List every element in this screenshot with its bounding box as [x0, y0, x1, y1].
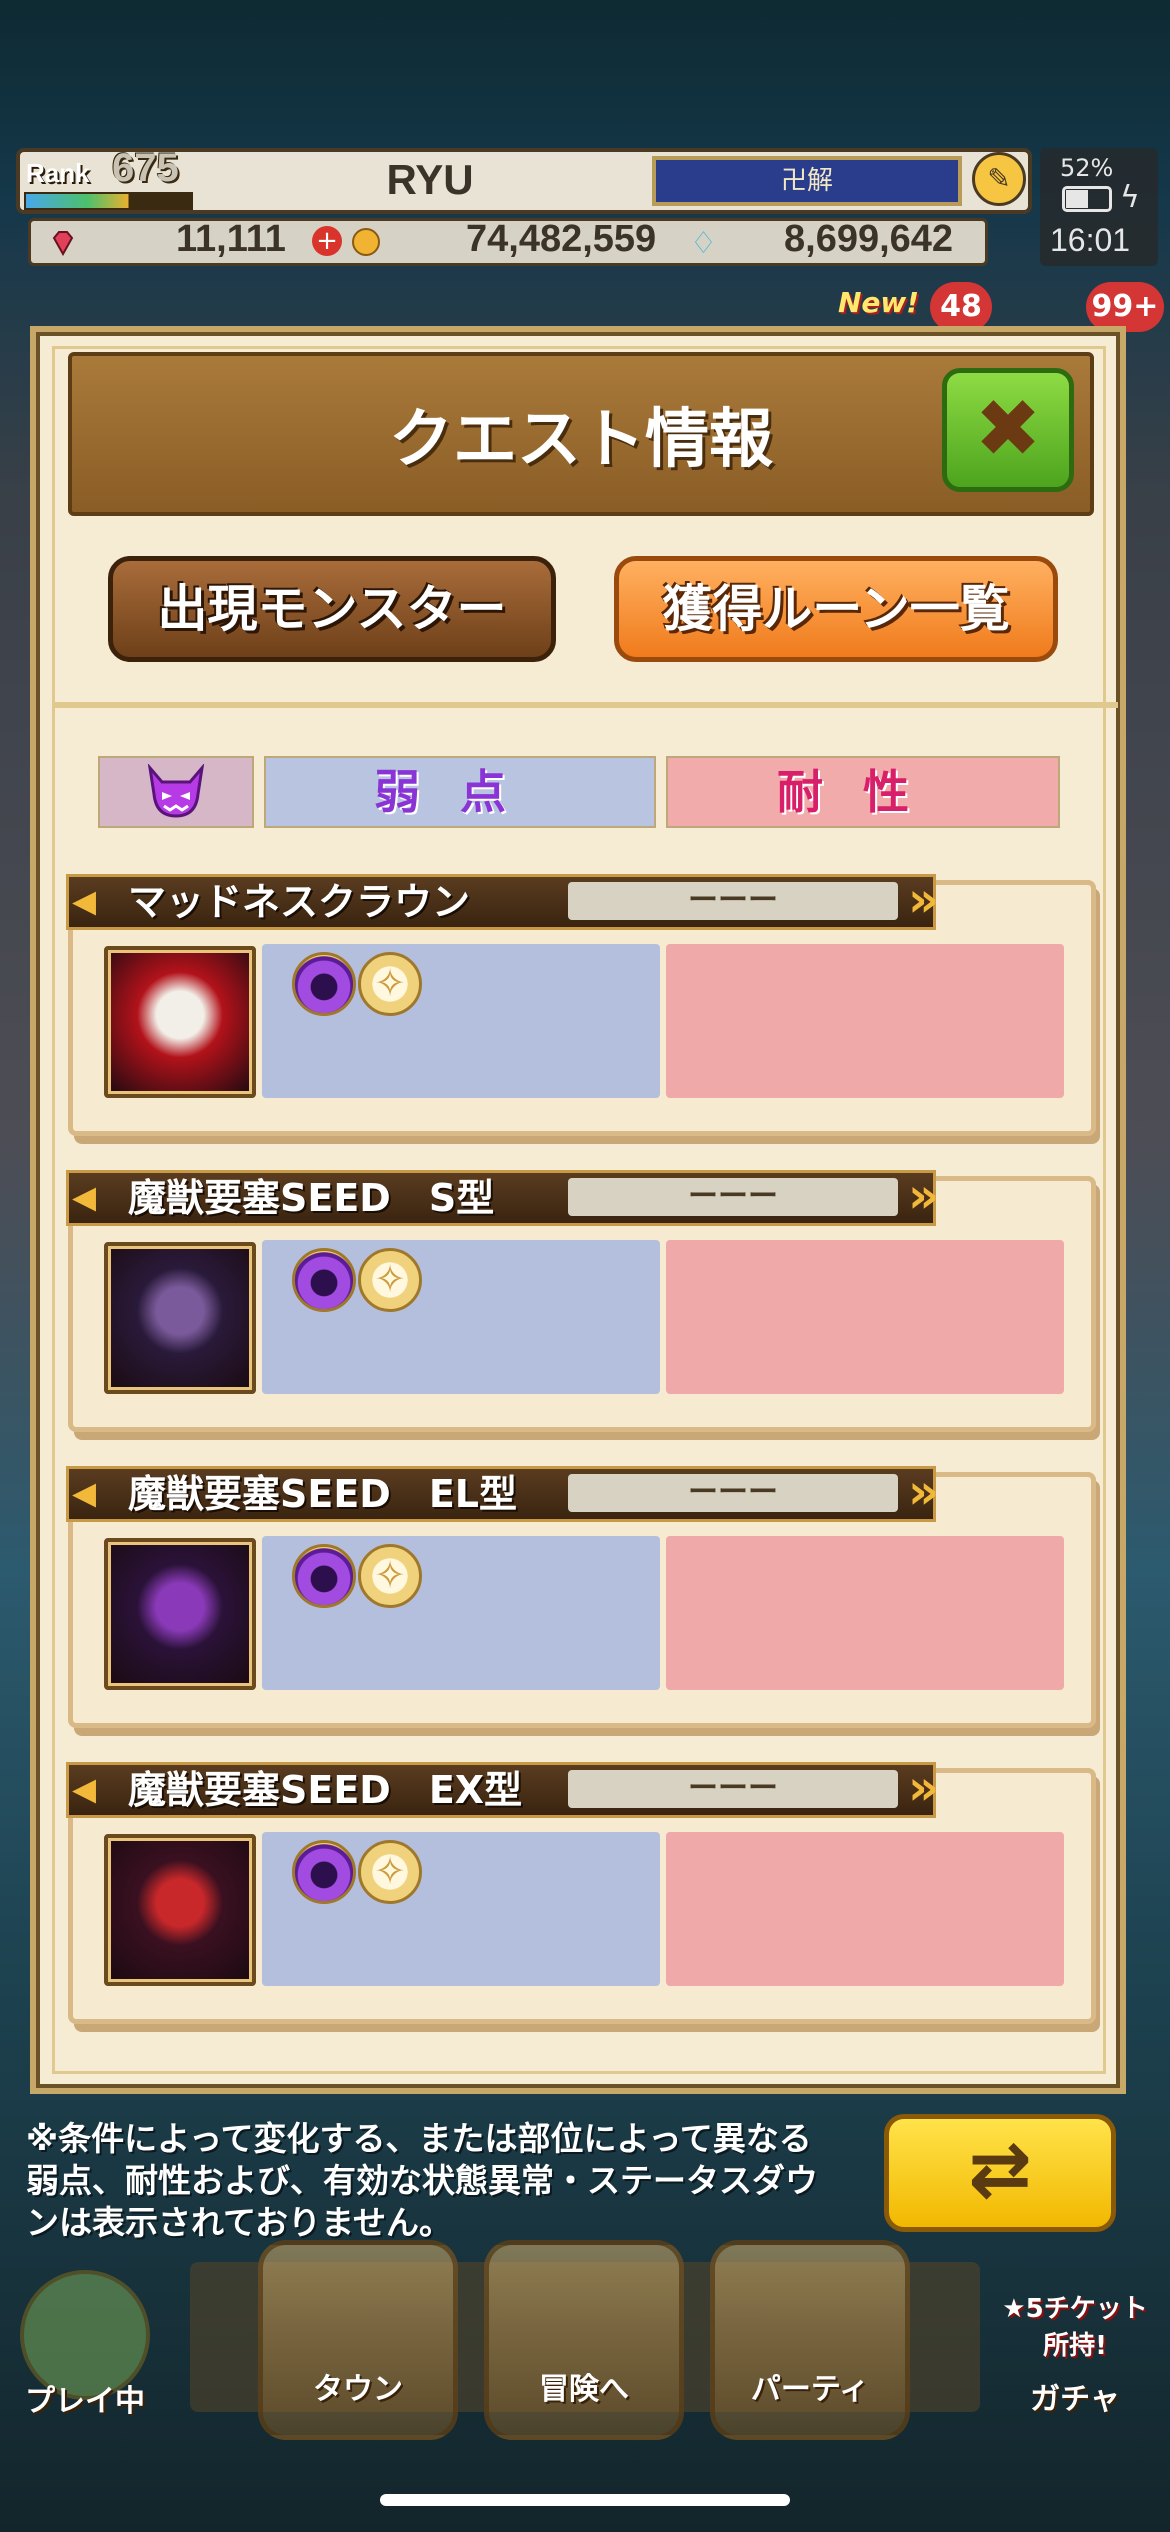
- chevron-right-icon: »: [908, 1464, 940, 1520]
- resistance-area: [666, 944, 1064, 1098]
- chevron-right-icon: »: [908, 872, 940, 928]
- monster-status: ーーー: [568, 882, 898, 920]
- gem-count: 11,111: [176, 218, 286, 260]
- dark-element-icon: [292, 1544, 356, 1608]
- monster-portrait[interactable]: [104, 946, 256, 1098]
- new-badge: New!: [838, 286, 920, 319]
- resistance-area: [666, 1240, 1064, 1394]
- rank-label: Rank: [26, 158, 90, 188]
- add-gems-icon[interactable]: +: [312, 226, 342, 256]
- rank-progress-bar: [24, 192, 193, 210]
- coin-icon: [352, 228, 380, 256]
- home-indicator[interactable]: [380, 2494, 790, 2506]
- monster-status: ーーー: [568, 1474, 898, 1512]
- gem-icon: [52, 231, 74, 256]
- rank-value: 675: [112, 146, 179, 190]
- name-left-arrow-icon: ◂: [72, 872, 97, 928]
- drop-icon: ♢: [690, 226, 717, 261]
- tab-monsters[interactable]: 出現モンスター: [108, 556, 556, 662]
- drop-count: 8,699,642: [784, 218, 954, 260]
- light-element-icon: ✧: [358, 1248, 422, 1312]
- dialog-title: クエスト情報: [389, 403, 773, 477]
- nav-party[interactable]: [710, 2240, 910, 2440]
- name-left-arrow-icon: ◂: [72, 1760, 97, 1816]
- nav-adventure-label: 冒険へ: [539, 2372, 629, 2407]
- title-plate[interactable]: 卍解: [652, 156, 962, 206]
- monster-status: ーーー: [568, 1178, 898, 1216]
- ticket-notice: ★5チケット所持!: [1002, 2294, 1148, 2361]
- notification-badge: 99+: [1086, 282, 1164, 332]
- chevron-right-icon: »: [908, 1760, 940, 1816]
- light-element-icon: ✧: [358, 1840, 422, 1904]
- tab-runes[interactable]: 獲得ルーン一覧: [614, 556, 1058, 662]
- resistance-area: [666, 1832, 1064, 1986]
- monster-portrait[interactable]: [104, 1242, 256, 1394]
- nav-town-label: タウン: [313, 2372, 403, 2407]
- monster-name: 魔獣要塞SEED EL型: [128, 1472, 517, 1516]
- chevron-right-icon: »: [908, 1168, 940, 1224]
- dark-element-icon: [292, 952, 356, 1016]
- weakness-header: 弱点: [264, 756, 656, 828]
- coin-count: 74,482,559: [466, 218, 657, 260]
- footnote-text: ※条件によって変化する、または部位によって異なる弱点、耐性および、有効な状態異常…: [26, 2119, 818, 2242]
- nav-town[interactable]: [258, 2240, 458, 2440]
- demon-icon: [98, 756, 254, 828]
- swap-button[interactable]: ⇄: [884, 2114, 1116, 2232]
- nav-adventure[interactable]: [484, 2240, 684, 2440]
- divider: [52, 702, 1118, 708]
- nav-party-label: パーティ: [750, 2372, 870, 2407]
- resistance-area: [666, 1536, 1064, 1690]
- light-element-icon: ✧: [358, 952, 422, 1016]
- monster-status: ーーー: [568, 1770, 898, 1808]
- nav-gacha-label[interactable]: ガチャ: [990, 2374, 1160, 2418]
- battery-percent: 52%: [1060, 154, 1114, 182]
- name-left-arrow-icon: ◂: [72, 1464, 97, 1520]
- name-left-arrow-icon: ◂: [72, 1168, 97, 1224]
- monster-name: 魔獣要塞SEED S型: [128, 1176, 495, 1220]
- monster-name: マッドネスクラウン: [128, 880, 471, 924]
- charging-icon: ϟ: [1120, 180, 1140, 215]
- clock: 16:01: [1050, 222, 1131, 258]
- monster-portrait[interactable]: [104, 1834, 256, 1986]
- notification-badge: 48: [930, 282, 992, 332]
- edit-pencil-icon[interactable]: ✎: [972, 152, 1026, 206]
- light-element-icon: ✧: [358, 1544, 422, 1608]
- battery-fill: [1066, 190, 1088, 208]
- monster-name: 魔獣要塞SEED EX型: [128, 1768, 523, 1812]
- dark-element-icon: [292, 1840, 356, 1904]
- dark-element-icon: [292, 1248, 356, 1312]
- player-name: RYU: [386, 156, 474, 203]
- close-button[interactable]: ✖: [942, 368, 1074, 492]
- resistance-header: 耐性: [666, 756, 1060, 828]
- nav-play-label: プレイ中: [25, 2384, 145, 2419]
- monster-portrait[interactable]: [104, 1538, 256, 1690]
